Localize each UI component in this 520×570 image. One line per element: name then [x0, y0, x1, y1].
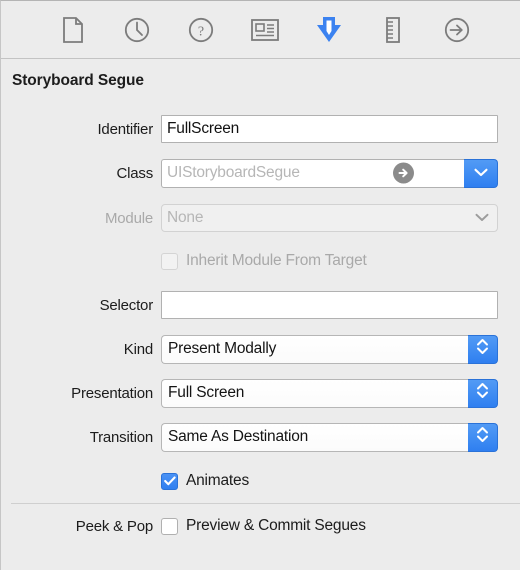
- tab-connections-inspector[interactable]: [439, 12, 475, 48]
- peek-and-pop-label: Peek & Pop: [75, 517, 153, 535]
- question-mark-icon: ?: [188, 17, 214, 43]
- selector-input[interactable]: [161, 291, 498, 319]
- chevron-up-down-icon: [476, 381, 489, 405]
- row-presentation: Presentation Full Screen: [1, 378, 520, 408]
- transition-value: Same As Destination: [168, 428, 309, 445]
- row-inherit-module: Inherit Module From Target: [1, 247, 520, 275]
- document-icon: [62, 16, 84, 43]
- row-selector: Selector: [1, 291, 520, 319]
- kind-label: Kind: [123, 340, 153, 358]
- animates-label: Animates: [186, 472, 250, 489]
- class-placeholder: UIStoryboardSegue: [167, 164, 300, 181]
- tab-attributes-inspector[interactable]: [311, 12, 347, 48]
- class-dropdown-button[interactable]: [464, 158, 498, 188]
- tab-file-inspector[interactable]: [55, 12, 91, 48]
- clock-icon: [124, 17, 150, 43]
- tab-quick-help-inspector[interactable]: ?: [183, 12, 219, 48]
- class-input[interactable]: UIStoryboardSegue: [161, 158, 464, 188]
- presentation-value: Full Screen: [168, 384, 245, 401]
- selector-label: Selector: [99, 296, 154, 314]
- transition-dropdown[interactable]: Same As Destination: [161, 422, 498, 452]
- row-animates: Animates: [1, 467, 520, 495]
- checkbox-box: [161, 517, 178, 535]
- chevron-up-down-icon: [476, 425, 489, 449]
- tab-size-inspector[interactable]: [375, 12, 411, 48]
- presentation-stepper-button[interactable]: [468, 378, 498, 408]
- row-identifier: Identifier FullScreen: [1, 115, 520, 143]
- attributes-inspector-panel: ? Storyboard Segue Identifier FullScreen…: [0, 0, 520, 570]
- inspector-tab-bar: ?: [1, 1, 520, 59]
- id-card-icon: [250, 18, 279, 41]
- identifier-label: Identifier: [97, 120, 153, 138]
- svg-text:?: ?: [197, 24, 203, 39]
- presentation-dropdown[interactable]: Full Screen: [161, 378, 498, 408]
- transition-stepper-button[interactable]: [468, 422, 498, 452]
- identifier-input[interactable]: FullScreen: [161, 115, 498, 143]
- transition-label: Transition: [89, 428, 154, 446]
- module-dropdown[interactable]: None: [161, 204, 498, 232]
- row-module: Module None: [1, 204, 520, 232]
- identifier-value: FullScreen: [167, 120, 240, 137]
- animates-checkbox[interactable]: Animates: [161, 472, 249, 490]
- section-divider: [11, 503, 520, 504]
- inherit-module-checkbox[interactable]: Inherit Module From Target: [161, 252, 367, 270]
- checkbox-box: [161, 472, 178, 490]
- ruler-icon: [385, 16, 401, 43]
- checkbox-box: [161, 252, 178, 270]
- chevron-up-down-icon: [476, 337, 489, 361]
- kind-dropdown[interactable]: Present Modally: [161, 334, 498, 364]
- jump-to-definition-icon[interactable]: [393, 162, 414, 184]
- class-label: Class: [116, 164, 153, 182]
- row-peek-and-pop: Peek & Pop Preview & Commit Segues: [1, 512, 520, 540]
- down-arrow-icon: [313, 15, 345, 45]
- row-kind: Kind Present Modally: [1, 334, 520, 364]
- preview-commit-segues-label: Preview & Commit Segues: [186, 517, 366, 534]
- presentation-label: Presentation: [71, 384, 153, 402]
- tab-history-inspector[interactable]: [119, 12, 155, 48]
- kind-value: Present Modally: [168, 340, 277, 357]
- preview-commit-segues-checkbox[interactable]: Preview & Commit Segues: [161, 517, 366, 535]
- chevron-down-icon: [473, 164, 488, 182]
- chevron-down-icon: [475, 209, 489, 227]
- section-title: Storyboard Segue: [12, 72, 144, 89]
- arrow-circle-icon: [444, 17, 470, 43]
- class-combo[interactable]: UIStoryboardSegue: [161, 158, 498, 188]
- row-class: Class UIStoryboardSegue: [1, 158, 520, 188]
- module-value: None: [167, 209, 204, 226]
- module-label: Module: [105, 209, 153, 227]
- row-transition: Transition Same As Destination: [1, 422, 520, 452]
- tab-identity-inspector[interactable]: [247, 12, 283, 48]
- kind-stepper-button[interactable]: [468, 334, 498, 364]
- inherit-module-label: Inherit Module From Target: [186, 252, 367, 269]
